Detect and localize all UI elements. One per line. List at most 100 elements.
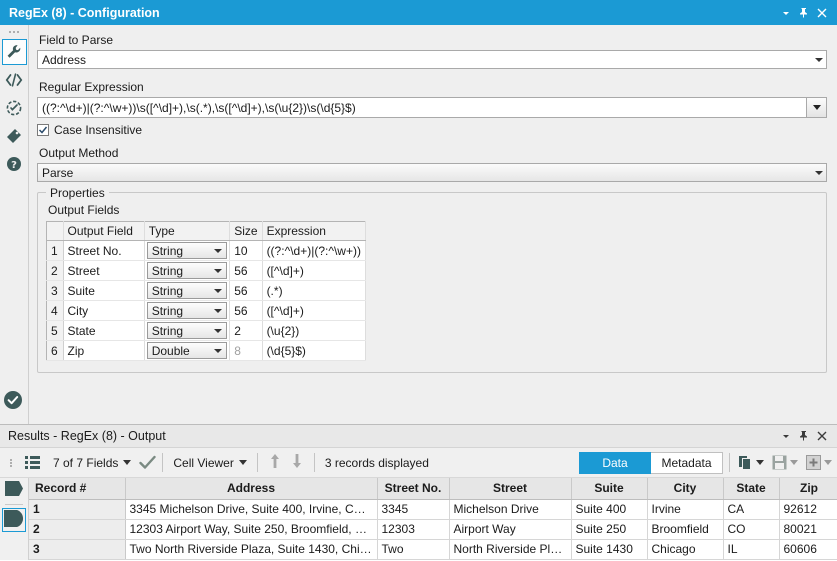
type-select[interactable]: String — [146, 302, 228, 319]
output-field-size[interactable]: 56 — [229, 260, 263, 281]
toolbar-grip[interactable] — [4, 458, 18, 467]
output-field-expression[interactable]: ((?:^\d+)|(?:^\w+)) — [262, 240, 367, 261]
address-cell[interactable]: 3345 Michelson Drive, Suite 400, Irvine,… — [125, 499, 378, 520]
record-flag-selected-icon[interactable] — [2, 508, 26, 532]
wrench-icon[interactable] — [1, 39, 27, 65]
fields-selector[interactable]: 7 of 7 Fields — [49, 452, 135, 474]
chevron-down-icon[interactable] — [777, 4, 795, 22]
output-field-size[interactable]: 56 — [229, 280, 263, 301]
tag-icon[interactable] — [2, 123, 27, 149]
col-address-header[interactable]: Address — [125, 478, 378, 500]
regex-dropdown-button[interactable] — [806, 98, 826, 117]
city-cell[interactable]: Broomfield — [647, 519, 724, 540]
output-field-expression[interactable]: ([^\d]+) — [262, 260, 367, 281]
viewer-selector[interactable]: Cell Viewer — [169, 452, 250, 474]
type-select[interactable]: String — [146, 322, 228, 339]
state-cell[interactable]: CO — [723, 519, 780, 540]
address-cell[interactable]: 12303 Airport Way, Suite 250, Broomfield… — [125, 519, 378, 540]
field-to-parse-select[interactable]: Address — [37, 50, 827, 69]
case-insensitive-row[interactable]: Case Insensitive — [37, 123, 827, 137]
output-field-name[interactable]: Street — [63, 260, 145, 281]
state-cell[interactable]: CA — [723, 499, 780, 520]
output-field-size[interactable]: 56 — [229, 300, 263, 321]
regular-expression-label: Regular Expression — [39, 80, 144, 94]
pin-icon[interactable] — [795, 4, 813, 22]
street-cell[interactable]: North Riverside Plaza — [449, 539, 572, 560]
col-city-header[interactable]: City — [647, 478, 724, 500]
street-no-cell[interactable]: 12303 — [377, 519, 450, 540]
arrow-down-icon[interactable] — [286, 453, 308, 472]
output-field-name[interactable]: Suite — [63, 280, 145, 301]
close-icon[interactable] — [813, 427, 831, 445]
check-icon[interactable] — [139, 455, 157, 470]
table-row[interactable]: 2 12303 Airport Way, Suite 250, Broomfiel… — [29, 519, 837, 540]
output-field-row[interactable]: 2 Street String 56 ([^\d]+) — [46, 260, 367, 281]
output-field-row[interactable]: 4 City String 56 ([^\d]+) — [46, 300, 367, 321]
code-icon[interactable] — [2, 67, 27, 93]
output-field-row[interactable]: 5 State String 2 (\u{2}) — [46, 320, 367, 341]
output-field-name[interactable]: Zip — [63, 340, 145, 361]
street-no-cell[interactable]: Two — [377, 539, 450, 560]
rail-grip[interactable] — [8, 29, 20, 35]
zip-cell[interactable]: 60606 — [779, 539, 837, 560]
col-record-header[interactable]: Record # — [29, 478, 126, 500]
output-field-name[interactable]: State — [63, 320, 145, 341]
tab-metadata[interactable]: Metadata — [651, 451, 723, 474]
save-button[interactable] — [770, 452, 800, 474]
config-title: RegEx (8) - Configuration — [9, 5, 160, 20]
regular-expression-input[interactable]: ((?:^\d+)|(?:^\w+))\s([^\d]+),\s(.*),\s(… — [37, 97, 827, 118]
output-field-row[interactable]: 3 Suite String 56 (.*) — [46, 280, 367, 301]
type-select[interactable]: Double — [146, 342, 228, 359]
output-field-expression[interactable]: (.*) — [262, 280, 367, 301]
zip-cell[interactable]: 92612 — [779, 499, 837, 520]
city-cell[interactable]: Irvine — [647, 499, 724, 520]
table-row[interactable]: 3 Two North Riverside Plaza, Suite 1430, … — [29, 539, 837, 560]
case-insensitive-checkbox[interactable] — [37, 124, 49, 136]
address-cell[interactable]: Two North Riverside Plaza, Suite 1430, C… — [125, 539, 378, 560]
city-cell[interactable]: Chicago — [647, 539, 724, 560]
suite-cell[interactable]: Suite 400 — [571, 499, 648, 520]
suite-cell[interactable]: Suite 1430 — [571, 539, 648, 560]
output-field-expression[interactable]: (\d{5}$) — [262, 340, 367, 361]
output-field-row[interactable]: 1 Street No. String 10 ((?:^\d+)|(?:^\w+)) — [46, 240, 367, 261]
pin-icon[interactable] — [795, 427, 813, 445]
type-select[interactable]: String — [146, 282, 228, 299]
output-method-select[interactable]: Parse — [37, 163, 827, 182]
output-field-size[interactable]: 2 — [229, 320, 263, 341]
col-street-header[interactable]: Street — [449, 478, 572, 500]
output-field-size[interactable]: 8 — [229, 340, 263, 361]
zip-cell[interactable]: 80021 — [779, 519, 837, 540]
table-row[interactable]: 1 3345 Michelson Drive, Suite 400, Irvine… — [29, 499, 837, 520]
output-field-row[interactable]: 6 Zip Double 8 (\d{5}$) — [46, 340, 367, 361]
list-icon[interactable] — [21, 451, 43, 475]
output-field-type-cell: String — [144, 260, 231, 281]
street-no-cell[interactable]: 3345 — [377, 499, 450, 520]
col-suite-header[interactable]: Suite — [571, 478, 648, 500]
output-field-expression[interactable]: (\u{2}) — [262, 320, 367, 341]
state-cell[interactable]: IL — [723, 539, 780, 560]
suite-cell[interactable]: Suite 250 — [571, 519, 648, 540]
street-cell[interactable]: Michelson Drive — [449, 499, 572, 520]
close-icon[interactable] — [813, 4, 831, 22]
output-field-name[interactable]: Street No. — [63, 240, 145, 261]
record-number[interactable]: 3 — [29, 539, 126, 560]
record-number[interactable]: 1 — [29, 499, 126, 520]
add-button[interactable] — [804, 452, 834, 474]
help-icon[interactable]: ? — [2, 151, 27, 177]
street-cell[interactable]: Airport Way — [449, 519, 572, 540]
tab-data[interactable]: Data — [579, 451, 651, 474]
check-circle-icon[interactable] — [2, 389, 24, 414]
target-icon[interactable] — [2, 95, 27, 121]
col-streetno-header[interactable]: Street No. — [377, 478, 450, 500]
type-select[interactable]: String — [146, 262, 228, 279]
output-field-name[interactable]: City — [63, 300, 145, 321]
col-state-header[interactable]: State — [723, 478, 780, 500]
output-field-size[interactable]: 10 — [229, 240, 263, 261]
output-field-expression[interactable]: ([^\d]+) — [262, 300, 367, 321]
col-zip-header[interactable]: Zip — [779, 478, 837, 500]
record-number[interactable]: 2 — [29, 519, 126, 540]
copy-button[interactable] — [736, 452, 766, 474]
type-select[interactable]: String — [146, 242, 228, 259]
chevron-down-icon[interactable] — [777, 427, 795, 445]
arrow-up-icon[interactable] — [264, 453, 286, 472]
